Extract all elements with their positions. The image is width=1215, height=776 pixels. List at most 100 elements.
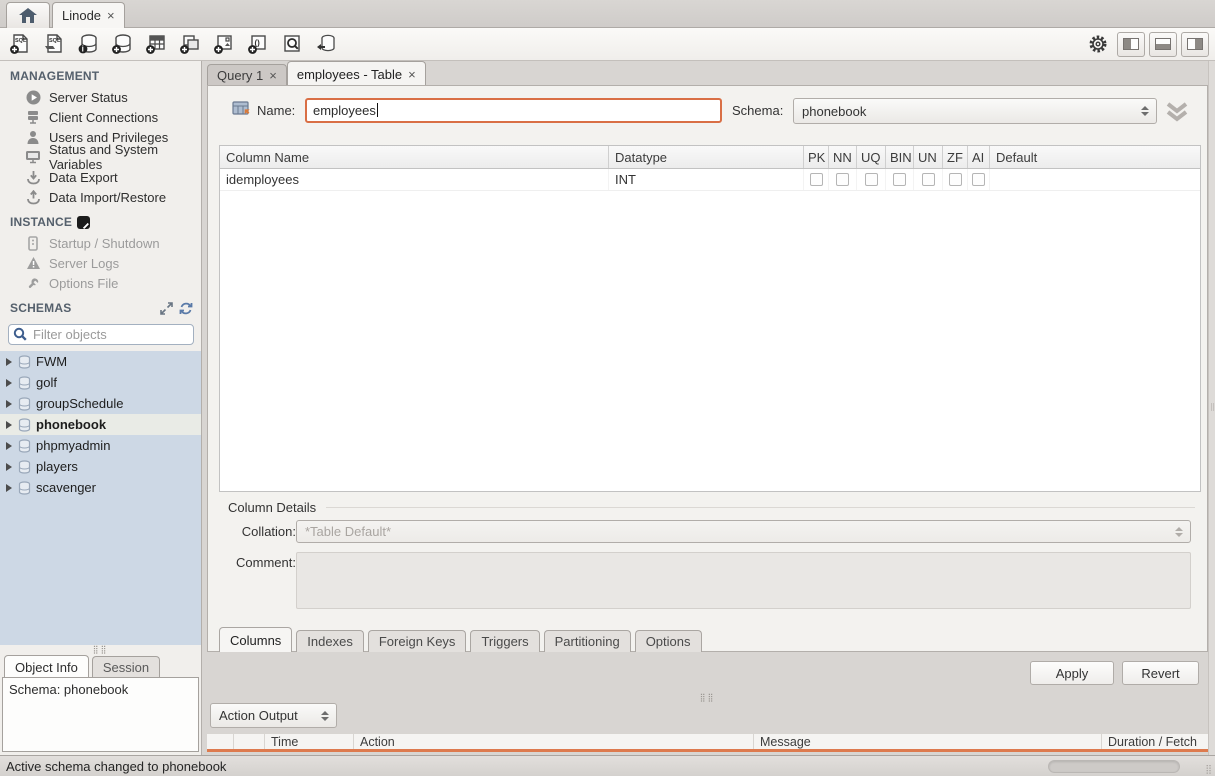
expand-schemas-icon[interactable] xyxy=(160,302,173,315)
create-function-button[interactable]: () xyxy=(243,31,273,58)
schema-item-groupschedule[interactable]: groupSchedule xyxy=(0,393,201,414)
header-un[interactable]: UN xyxy=(914,146,943,168)
preferences-button[interactable] xyxy=(1083,31,1113,58)
pk-checkbox[interactable] xyxy=(810,173,823,186)
database-icon xyxy=(18,397,31,411)
tab-triggers[interactable]: Triggers xyxy=(470,630,539,652)
sidebar: MANAGEMENT Server Status Client Connecti… xyxy=(0,61,202,755)
cell-column-name[interactable]: idemployees xyxy=(220,169,609,190)
schema-item-fwm[interactable]: FWM xyxy=(0,351,201,372)
filter-objects-input[interactable] xyxy=(8,324,194,345)
table-name-input[interactable]: employees xyxy=(305,98,722,123)
search-objects-button[interactable] xyxy=(277,31,307,58)
sidebar-item-status-system-variables[interactable]: Status and System Variables xyxy=(0,147,201,167)
create-table-button[interactable] xyxy=(141,31,171,58)
close-icon[interactable]: × xyxy=(408,67,416,82)
inspect-database-button[interactable]: i xyxy=(73,31,103,58)
expander-icon[interactable] xyxy=(6,463,12,471)
create-view-button[interactable] xyxy=(175,31,205,58)
action-output-select[interactable]: Action Output xyxy=(210,703,337,728)
uq-checkbox[interactable] xyxy=(865,173,878,186)
sidebar-item-client-connections[interactable]: Client Connections xyxy=(0,107,201,127)
create-procedure-icon xyxy=(213,33,235,55)
schema-item-golf[interactable]: golf xyxy=(0,372,201,393)
collation-select[interactable]: *Table Default* xyxy=(296,520,1191,543)
header-message[interactable]: Message xyxy=(754,734,1102,749)
header-column-name[interactable]: Column Name xyxy=(220,146,609,168)
header-time[interactable]: Time xyxy=(265,734,354,749)
schema-select[interactable]: phonebook xyxy=(793,98,1157,124)
header-uq[interactable]: UQ xyxy=(857,146,886,168)
sidebar-item-data-export[interactable]: Data Export xyxy=(0,167,201,187)
monitor-icon xyxy=(25,150,41,164)
schemas-section-title: SCHEMAS xyxy=(0,293,201,319)
expander-icon[interactable] xyxy=(6,358,12,366)
reconnect-database-button[interactable] xyxy=(311,31,341,58)
create-procedure-button[interactable] xyxy=(209,31,239,58)
close-icon[interactable]: × xyxy=(269,68,277,83)
header-nn[interactable]: NN xyxy=(829,146,857,168)
sidebar-item-server-logs[interactable]: Server Logs xyxy=(0,253,201,273)
header-zf[interactable]: ZF xyxy=(943,146,968,168)
right-panel-splitter[interactable]: ⣿ xyxy=(1208,61,1215,755)
header-datatype[interactable]: Datatype xyxy=(609,146,804,168)
new-sql-tab-button[interactable]: SQL xyxy=(5,31,35,58)
tab-options[interactable]: Options xyxy=(635,630,702,652)
resize-grip-icon[interactable]: ⣿ xyxy=(1205,764,1213,775)
schema-item-phpmyadmin[interactable]: phpmyadmin xyxy=(0,435,201,456)
home-tab[interactable] xyxy=(6,2,50,28)
expander-icon[interactable] xyxy=(6,421,12,429)
reconnect-database-icon xyxy=(315,33,337,55)
un-checkbox[interactable] xyxy=(922,173,935,186)
schema-item-scavenger[interactable]: scavenger xyxy=(0,477,201,498)
expander-icon[interactable] xyxy=(6,379,12,387)
table-editor-panel: Name: employees Schema: phonebook Column… xyxy=(207,85,1208,652)
tab-foreign-keys[interactable]: Foreign Keys xyxy=(368,630,467,652)
open-sql-script-button[interactable]: SQL xyxy=(39,31,69,58)
expander-icon[interactable] xyxy=(6,484,12,492)
collapse-header-icon[interactable] xyxy=(1164,101,1190,123)
tab-indexes[interactable]: Indexes xyxy=(296,630,364,652)
toggle-left-panel-button[interactable] xyxy=(1117,32,1145,57)
bin-checkbox[interactable] xyxy=(893,173,906,186)
header-duration-fetch[interactable]: Duration / Fetch xyxy=(1102,734,1208,749)
toggle-right-panel-button[interactable] xyxy=(1181,32,1209,57)
tab-employees-table[interactable]: employees - Table × xyxy=(287,61,426,86)
header-bin[interactable]: BIN xyxy=(886,146,914,168)
instance-section-title: INSTANCE xyxy=(0,207,201,233)
table-row[interactable]: idemployees INT xyxy=(220,169,1200,191)
connection-tab-linode[interactable]: Linode × xyxy=(52,2,125,28)
sidebar-splitter[interactable]: ⣿⣿ xyxy=(0,645,201,654)
schema-item-players[interactable]: players xyxy=(0,456,201,477)
header-pk[interactable]: PK xyxy=(804,146,829,168)
tab-query-1[interactable]: Query 1 × xyxy=(207,64,287,86)
sidebar-item-data-import[interactable]: Data Import/Restore xyxy=(0,187,201,207)
apply-button[interactable]: Apply xyxy=(1030,661,1114,685)
sidebar-item-startup-shutdown[interactable]: Startup / Shutdown xyxy=(0,233,201,253)
schema-item-phonebook[interactable]: phonebook xyxy=(0,414,201,435)
sidebar-item-options-file[interactable]: Options File xyxy=(0,273,201,293)
zf-checkbox[interactable] xyxy=(949,173,962,186)
sidebar-item-server-status[interactable]: Server Status xyxy=(0,87,201,107)
cell-default[interactable] xyxy=(990,169,1200,190)
tab-object-info[interactable]: Object Info xyxy=(4,655,89,677)
header-default[interactable]: Default xyxy=(990,146,1200,168)
column-details-title: Column Details xyxy=(208,492,1207,521)
toggle-bottom-panel-button[interactable] xyxy=(1149,32,1177,57)
cell-datatype[interactable]: INT xyxy=(609,169,804,190)
comment-textarea[interactable] xyxy=(296,552,1191,609)
refresh-schemas-icon[interactable] xyxy=(179,302,193,315)
close-icon[interactable]: × xyxy=(107,8,115,23)
tab-columns[interactable]: Columns xyxy=(219,627,292,652)
output-splitter[interactable]: ⣿⣿ xyxy=(207,692,1208,702)
create-schema-button[interactable] xyxy=(107,31,137,58)
expander-icon[interactable] xyxy=(6,400,12,408)
revert-button[interactable]: Revert xyxy=(1122,661,1199,685)
tab-session[interactable]: Session xyxy=(92,656,160,677)
ai-checkbox[interactable] xyxy=(972,173,985,186)
tab-partitioning[interactable]: Partitioning xyxy=(544,630,631,652)
header-action[interactable]: Action xyxy=(354,734,754,749)
nn-checkbox[interactable] xyxy=(836,173,849,186)
expander-icon[interactable] xyxy=(6,442,12,450)
header-ai[interactable]: AI xyxy=(968,146,990,168)
